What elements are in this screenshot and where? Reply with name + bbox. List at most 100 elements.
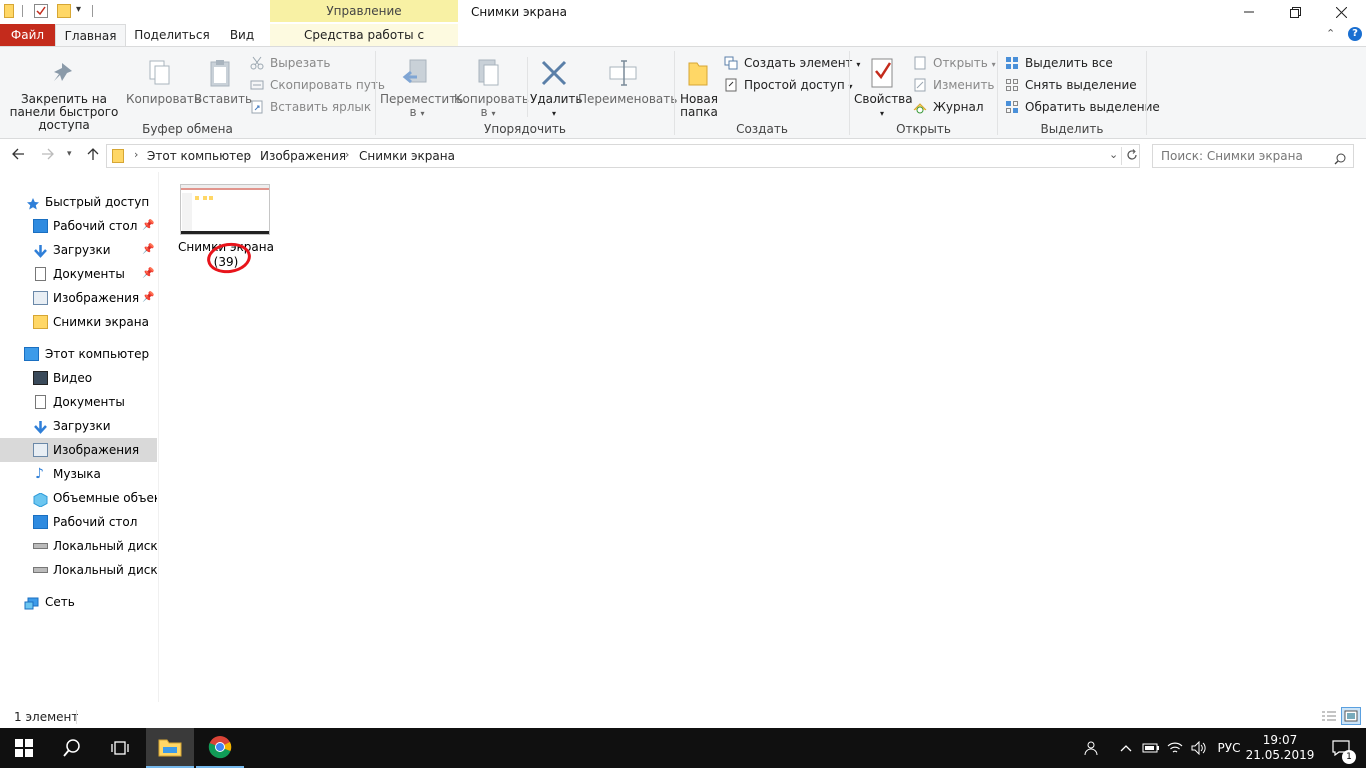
paste-shortcut-button[interactable]: Вставить ярлык <box>250 97 371 117</box>
history-button[interactable]: Журнал <box>913 97 984 117</box>
close-button[interactable] <box>1318 0 1364 24</box>
tab-file[interactable]: Файл <box>0 24 55 46</box>
refresh-icon[interactable] <box>1126 149 1138 164</box>
group-label-create: Создать <box>736 122 788 136</box>
up-arrow-icon[interactable] <box>86 147 100 165</box>
new-folder-qat-icon[interactable] <box>57 4 71 18</box>
sidebar-item-3d-objects[interactable]: Объемные объекты <box>0 486 157 510</box>
select-none-button[interactable]: Снять выделение <box>1005 75 1137 95</box>
sidebar-item-documents[interactable]: Документы 📌 <box>0 262 157 286</box>
sidebar-item-label: Локальный диск (D:) <box>53 563 157 577</box>
large-icons-view-icon[interactable] <box>1341 707 1361 725</box>
search-input[interactable]: Поиск: Снимки экрана <box>1152 144 1354 168</box>
sidebar-item-pc-desktop[interactable]: Рабочий стол <box>0 510 157 534</box>
copy-path-button[interactable]: Скопировать путь <box>250 75 385 95</box>
qat-dropdown-icon[interactable]: ▾ <box>76 4 81 15</box>
clock[interactable]: 19:07 21.05.2019 <box>1246 728 1315 768</box>
pin-icon: 📌 <box>142 220 155 231</box>
document-icon <box>35 395 46 409</box>
chevron-right-icon[interactable]: › <box>134 148 138 161</box>
sidebar-item-network[interactable]: Сеть <box>0 590 157 614</box>
pane-divider[interactable] <box>158 172 159 702</box>
forward-arrow-icon[interactable] <box>41 147 55 165</box>
breadcrumb-pictures[interactable]: Изображения <box>260 149 346 163</box>
network-icon <box>24 595 39 610</box>
file-list <box>160 172 1366 702</box>
sidebar-item-pc-downloads[interactable]: Загрузки <box>0 414 157 438</box>
breadcrumb-this-pc[interactable]: Этот компьютер <box>147 149 251 163</box>
search-icon[interactable] <box>48 728 96 768</box>
chevron-right-icon[interactable]: › <box>345 148 349 161</box>
properties-button[interactable]: Свойства ▾ <box>854 57 913 120</box>
rename-button[interactable]: Переименовать <box>578 57 677 106</box>
collapse-ribbon-icon[interactable]: ⌃ <box>1326 27 1335 40</box>
move-to-button[interactable]: Переместить в ▾ <box>380 57 463 120</box>
breadcrumb-screenshots[interactable]: Снимки экрана <box>359 149 455 163</box>
edit-button[interactable]: Изменить <box>913 75 995 95</box>
restore-button[interactable] <box>1272 0 1318 24</box>
select-all-button[interactable]: Выделить все <box>1005 53 1113 73</box>
sidebar-item-pc-pictures[interactable]: Изображения <box>0 438 157 462</box>
wifi-icon[interactable] <box>1164 728 1186 768</box>
help-icon[interactable]: ? <box>1348 27 1362 41</box>
tab-home[interactable]: Главная <box>55 24 126 47</box>
folder-thumbnail[interactable] <box>180 184 270 235</box>
paste-button[interactable]: Вставить <box>194 57 252 106</box>
copy-button[interactable]: Копировать <box>126 57 201 106</box>
battery-icon[interactable] <box>1140 728 1162 768</box>
sidebar-item-desktop[interactable]: Рабочий стол 📌 <box>0 214 157 238</box>
volume-icon[interactable] <box>1188 728 1210 768</box>
address-dropdown-icon[interactable]: ⌄ <box>1109 148 1118 161</box>
sidebar-item-music[interactable]: ♪ Музыка <box>0 462 157 486</box>
sidebar-item-downloads[interactable]: Загрузки 📌 <box>0 238 157 262</box>
show-hidden-icons-chevron[interactable] <box>1116 728 1136 768</box>
sidebar-item-pictures[interactable]: Изображения 📌 <box>0 286 157 310</box>
properties-qat-icon[interactable] <box>34 4 48 18</box>
open-label: Открыть <box>933 56 988 70</box>
tab-share[interactable]: Поделиться <box>132 24 212 46</box>
sidebar-item-pc-documents[interactable]: Документы <box>0 390 157 414</box>
new-folder-icon <box>683 57 715 89</box>
minimize-button[interactable] <box>1226 0 1272 24</box>
sidebar-item-screenshots[interactable]: Снимки экрана <box>0 310 157 334</box>
sidebar-item-disk-d[interactable]: Локальный диск (D:) <box>0 558 157 582</box>
paste-icon <box>204 57 236 89</box>
task-view-icon[interactable] <box>96 728 144 768</box>
people-icon[interactable] <box>1080 728 1104 768</box>
pin-icon: 📌 <box>142 268 155 279</box>
document-icon <box>35 267 46 281</box>
invert-selection-button[interactable]: Обратить выделение <box>1005 97 1160 117</box>
delete-button[interactable]: Удалить ▾ <box>530 57 583 120</box>
action-center-icon[interactable]: 1 <box>1318 728 1364 768</box>
start-button[interactable] <box>0 728 48 768</box>
sidebar-item-label: Видео <box>53 371 93 385</box>
search-icon[interactable] <box>1334 150 1346 172</box>
sidebar-item-disk-c[interactable]: Локальный диск (C:) <box>0 534 157 558</box>
pin-icon: 📌 <box>142 244 155 255</box>
recent-locations-icon[interactable]: ▾ <box>67 149 72 159</box>
open-icon <box>913 56 927 70</box>
open-button[interactable]: Открыть ▾ <box>913 53 996 73</box>
taskbar-file-explorer[interactable] <box>146 728 194 768</box>
sidebar-item-this-pc[interactable]: Этот компьютер <box>0 342 157 366</box>
language-indicator[interactable]: РУС <box>1212 728 1246 768</box>
sidebar-item-label: Рабочий стол <box>53 219 138 233</box>
details-view-icon[interactable] <box>1321 709 1337 723</box>
back-arrow-icon[interactable] <box>11 147 25 165</box>
new-folder-button[interactable]: Новая папка <box>678 57 720 119</box>
sidebar-item-quick-access[interactable]: Быстрый доступ <box>0 190 157 214</box>
chevron-right-icon[interactable]: › <box>246 148 250 161</box>
cut-button[interactable]: Вырезать <box>250 53 331 73</box>
address-bar[interactable]: › Этот компьютер › Изображения › Снимки … <box>106 144 1140 168</box>
new-item-button[interactable]: Создать элемент ▾ <box>724 53 860 73</box>
group-label-organize: Упорядочить <box>484 122 566 136</box>
tab-picture-tools[interactable]: Средства работы с рисунками <box>270 24 458 64</box>
easy-access-button[interactable]: Простой доступ ▾ <box>724 75 853 95</box>
tab-view[interactable]: Вид <box>224 24 260 46</box>
history-icon <box>913 100 927 114</box>
pin-quick-access-button[interactable]: Закрепить на панели быстрого доступа <box>4 57 124 132</box>
taskbar-chrome[interactable] <box>196 728 244 768</box>
select-none-icon <box>1005 78 1019 92</box>
copy-to-button[interactable]: Копировать в ▾ <box>454 57 529 120</box>
sidebar-item-videos[interactable]: Видео <box>0 366 157 390</box>
